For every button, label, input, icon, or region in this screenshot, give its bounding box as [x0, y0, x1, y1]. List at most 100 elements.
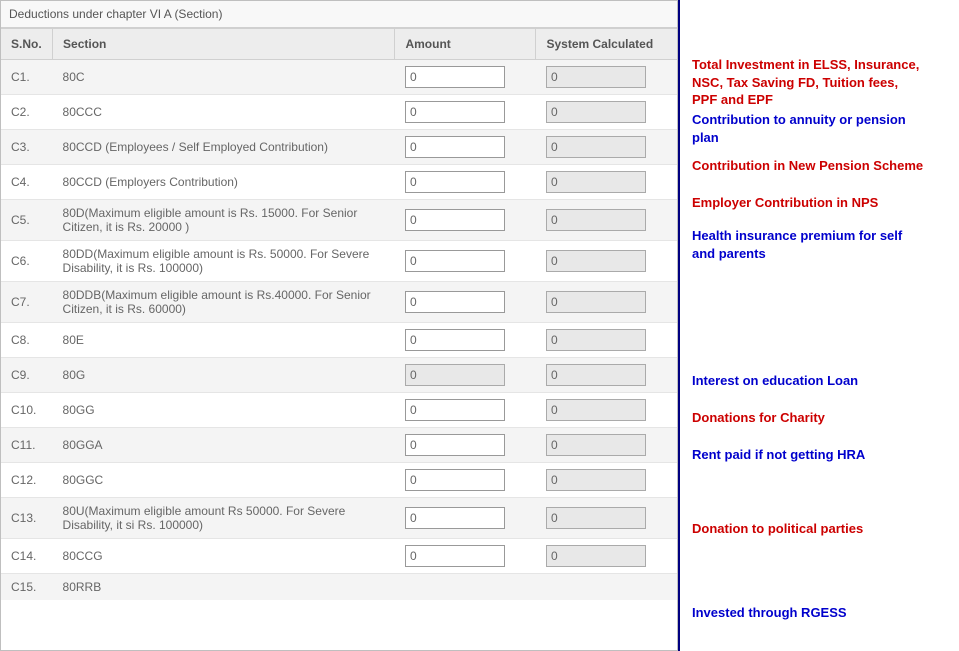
table-row: C6.80DD(Maximum eligible amount is Rs. 5…	[1, 241, 677, 282]
amount-input	[405, 364, 505, 386]
cell-sno: C2.	[1, 95, 53, 130]
amount-input[interactable]	[405, 399, 505, 421]
table-row: C5.80D(Maximum eligible amount is Rs. 15…	[1, 200, 677, 241]
syscalc-input	[546, 291, 646, 313]
annotation-row: Contribution to annuity or pension plan	[684, 110, 959, 147]
cell-sno: C14.	[1, 539, 53, 574]
cell-section: 80RRB	[53, 574, 395, 601]
amount-input[interactable]	[405, 291, 505, 313]
table-row: C11.80GGA	[1, 428, 677, 463]
annotation-row: Donations for Charity	[684, 399, 959, 436]
cell-section: 80DDB(Maximum eligible amount is Rs.4000…	[53, 282, 395, 323]
table-row: C8.80E	[1, 323, 677, 358]
cell-amount	[395, 498, 536, 539]
amount-input[interactable]	[405, 434, 505, 456]
annotation-row	[684, 547, 959, 594]
table-row: C4.80CCD (Employers Contribution)	[1, 165, 677, 200]
syscalc-input	[546, 545, 646, 567]
cell-section: 80C	[53, 60, 395, 95]
annotation-row	[684, 631, 959, 651]
cell-section: 80DD(Maximum eligible amount is Rs. 5000…	[53, 241, 395, 282]
cell-syscalc	[536, 60, 677, 95]
cell-syscalc	[536, 241, 677, 282]
annotation-text: Rent paid if not getting HRA	[684, 446, 865, 464]
cell-syscalc	[536, 130, 677, 165]
table-row: C7.80DDB(Maximum eligible amount is Rs.4…	[1, 282, 677, 323]
annotation-row: Health insurance premium for self and pa…	[684, 221, 959, 268]
cell-amount	[395, 282, 536, 323]
table-row: C2.80CCC	[1, 95, 677, 130]
header-section: Section	[53, 29, 395, 60]
amount-input[interactable]	[405, 507, 505, 529]
annotation-row: Rent paid if not getting HRA	[684, 436, 959, 473]
cell-sno: C12.	[1, 463, 53, 498]
cell-section: 80E	[53, 323, 395, 358]
amount-input[interactable]	[405, 469, 505, 491]
table-row: C9.80G	[1, 358, 677, 393]
syscalc-input	[546, 171, 646, 193]
annotation-row: Total Investment in ELSS, Insurance, NSC…	[684, 55, 959, 110]
amount-input[interactable]	[405, 329, 505, 351]
cell-amount	[395, 428, 536, 463]
table-row: C10.80GG	[1, 393, 677, 428]
table-row: C12.80GGC	[1, 463, 677, 498]
cell-syscalc	[536, 358, 677, 393]
syscalc-input	[546, 101, 646, 123]
cell-amount	[395, 463, 536, 498]
cell-syscalc	[536, 200, 677, 241]
amount-input[interactable]	[405, 101, 505, 123]
cell-syscalc	[536, 393, 677, 428]
cell-amount	[395, 95, 536, 130]
cell-syscalc	[536, 574, 677, 601]
annotation-text: Health insurance premium for self and pa…	[684, 227, 902, 262]
cell-section: 80GGC	[53, 463, 395, 498]
table-row: C14.80CCG	[1, 539, 677, 574]
cell-amount	[395, 393, 536, 428]
cell-amount	[395, 130, 536, 165]
annotation-row: Invested through RGESS	[684, 594, 959, 631]
cell-sno: C4.	[1, 165, 53, 200]
annotation-text: Donation to political parties	[684, 520, 863, 538]
annotation-text: Donations for Charity	[684, 409, 825, 427]
annotation-text: Invested through RGESS	[684, 604, 847, 622]
annotation-text: Contribution to annuity or pension plan	[684, 111, 906, 146]
amount-input[interactable]	[405, 209, 505, 231]
annotation-row	[684, 268, 959, 315]
syscalc-input	[546, 399, 646, 421]
cell-section: 80U(Maximum eligible amount Rs 50000. Fo…	[53, 498, 395, 539]
annotation-row	[684, 315, 959, 362]
table-row: C3.80CCD (Employees / Self Employed Cont…	[1, 130, 677, 165]
amount-input[interactable]	[405, 171, 505, 193]
annotation-text: Employer Contribution in NPS	[684, 194, 878, 212]
cell-sno: C15.	[1, 574, 53, 601]
amount-input[interactable]	[405, 66, 505, 88]
cell-section: 80CCD (Employees / Self Employed Contrib…	[53, 130, 395, 165]
syscalc-input	[546, 250, 646, 272]
syscalc-input	[546, 469, 646, 491]
cell-amount	[395, 323, 536, 358]
annotation-text: Total Investment in ELSS, Insurance, NSC…	[684, 56, 919, 109]
cell-section: 80GG	[53, 393, 395, 428]
syscalc-input	[546, 329, 646, 351]
cell-amount	[395, 358, 536, 393]
cell-amount	[395, 574, 536, 601]
annotation-row: Contribution in New Pension Scheme	[684, 147, 959, 184]
amount-input[interactable]	[405, 250, 505, 272]
cell-sno: C5.	[1, 200, 53, 241]
cell-sno: C13.	[1, 498, 53, 539]
cell-sno: C3.	[1, 130, 53, 165]
cell-section: 80CCG	[53, 539, 395, 574]
cell-syscalc	[536, 498, 677, 539]
amount-input[interactable]	[405, 136, 505, 158]
table-row: C13.80U(Maximum eligible amount Rs 50000…	[1, 498, 677, 539]
header-syscalc: System Calculated	[536, 29, 677, 60]
cell-syscalc	[536, 165, 677, 200]
cell-section: 80CCD (Employers Contribution)	[53, 165, 395, 200]
syscalc-input	[546, 434, 646, 456]
amount-input[interactable]	[405, 545, 505, 567]
cell-sno: C9.	[1, 358, 53, 393]
syscalc-input	[546, 507, 646, 529]
annotation-row: Donation to political parties	[684, 510, 959, 547]
cell-sno: C7.	[1, 282, 53, 323]
cell-amount	[395, 539, 536, 574]
